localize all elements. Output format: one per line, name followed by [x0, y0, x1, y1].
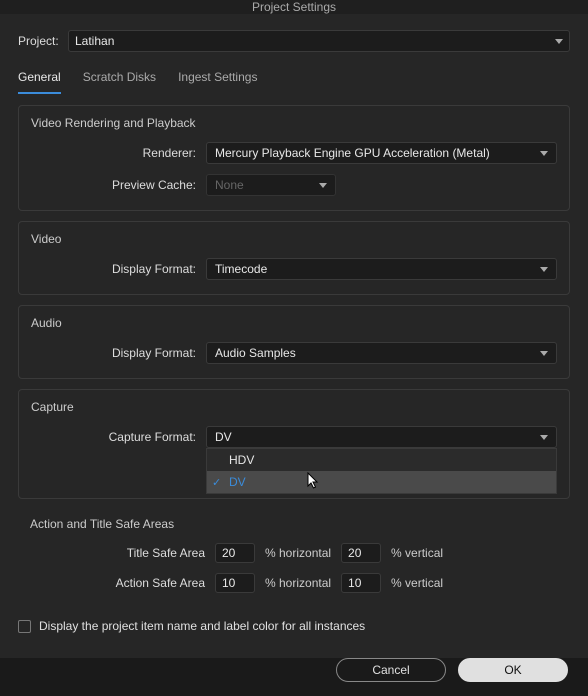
chevron-down-icon [540, 267, 548, 272]
title-safe-label: Title Safe Area [30, 546, 215, 560]
chevron-down-icon [555, 39, 563, 44]
project-select[interactable]: Latihan [68, 30, 570, 52]
action-safe-h-input[interactable] [215, 573, 255, 593]
chevron-down-icon [540, 351, 548, 356]
display-item-name-checkbox[interactable] [18, 620, 31, 633]
dialog-title: Project Settings [0, 0, 588, 14]
chevron-down-icon [540, 151, 548, 156]
capture-title: Capture [31, 400, 557, 414]
capture-format-value: DV [215, 430, 232, 444]
cursor-icon [307, 472, 321, 490]
dropdown-item-dv[interactable]: ✓ DV [207, 471, 556, 493]
audio-display-label: Display Format: [31, 346, 206, 360]
cancel-button[interactable]: Cancel [336, 658, 446, 682]
tab-ingest-settings[interactable]: Ingest Settings [178, 66, 257, 94]
video-display-label: Display Format: [31, 262, 206, 276]
section-video: Video Display Format: Timecode [18, 221, 570, 295]
audio-display-value: Audio Samples [215, 346, 296, 360]
tab-general[interactable]: General [18, 66, 61, 94]
check-icon: ✓ [212, 476, 221, 489]
chevron-down-icon [540, 435, 548, 440]
preview-cache-value: None [215, 178, 244, 192]
section-audio: Audio Display Format: Audio Samples [18, 305, 570, 379]
audio-display-select[interactable]: Audio Samples [206, 342, 557, 364]
rendering-title: Video Rendering and Playback [31, 116, 557, 130]
title-safe-row: Title Safe Area % horizontal % vertical [30, 543, 558, 563]
section-rendering: Video Rendering and Playback Renderer: M… [18, 105, 570, 211]
title-safe-h-input[interactable] [215, 543, 255, 563]
capture-format-dropdown: HDV ✓ DV [206, 448, 557, 494]
renderer-value: Mercury Playback Engine GPU Acceleration… [215, 146, 490, 160]
pct-vertical-label: % vertical [391, 576, 443, 590]
dialog-buttons: Cancel OK [0, 643, 588, 696]
tab-scratch-disks[interactable]: Scratch Disks [83, 66, 156, 94]
dropdown-item-label: HDV [229, 453, 254, 467]
action-safe-row: Action Safe Area % horizontal % vertical [30, 573, 558, 593]
video-title: Video [31, 232, 557, 246]
audio-title: Audio [31, 316, 557, 330]
tabs: General Scratch Disks Ingest Settings [18, 66, 570, 95]
video-display-select[interactable]: Timecode [206, 258, 557, 280]
dropdown-item-label: DV [229, 475, 246, 489]
dropdown-item-hdv[interactable]: HDV [207, 449, 556, 471]
video-display-value: Timecode [215, 262, 267, 276]
ok-button[interactable]: OK [458, 658, 568, 682]
chevron-down-icon [319, 183, 327, 188]
renderer-select[interactable]: Mercury Playback Engine GPU Acceleration… [206, 142, 557, 164]
project-row: Project: Latihan [18, 30, 570, 52]
pct-vertical-label: % vertical [391, 546, 443, 560]
section-safe-areas: Action and Title Safe Areas Title Safe A… [18, 509, 570, 607]
dialog-content: Project: Latihan General Scratch Disks I… [0, 14, 588, 643]
display-item-name-row[interactable]: Display the project item name and label … [18, 619, 570, 633]
display-item-name-label: Display the project item name and label … [39, 619, 365, 633]
project-label: Project: [18, 34, 68, 48]
pct-horizontal-label: % horizontal [265, 576, 331, 590]
preview-cache-select: None [206, 174, 336, 196]
capture-format-select[interactable]: DV [206, 426, 557, 448]
safe-areas-title: Action and Title Safe Areas [30, 517, 558, 531]
title-safe-v-input[interactable] [341, 543, 381, 563]
capture-format-label: Capture Format: [31, 430, 206, 444]
section-capture: Capture Capture Format: DV HDV ✓ DV [18, 389, 570, 499]
action-safe-label: Action Safe Area [30, 576, 215, 590]
pct-horizontal-label: % horizontal [265, 546, 331, 560]
project-settings-dialog: Project Settings Project: Latihan Genera… [0, 0, 588, 658]
renderer-label: Renderer: [31, 146, 206, 160]
preview-cache-label: Preview Cache: [31, 178, 206, 192]
action-safe-v-input[interactable] [341, 573, 381, 593]
project-value: Latihan [75, 34, 114, 48]
